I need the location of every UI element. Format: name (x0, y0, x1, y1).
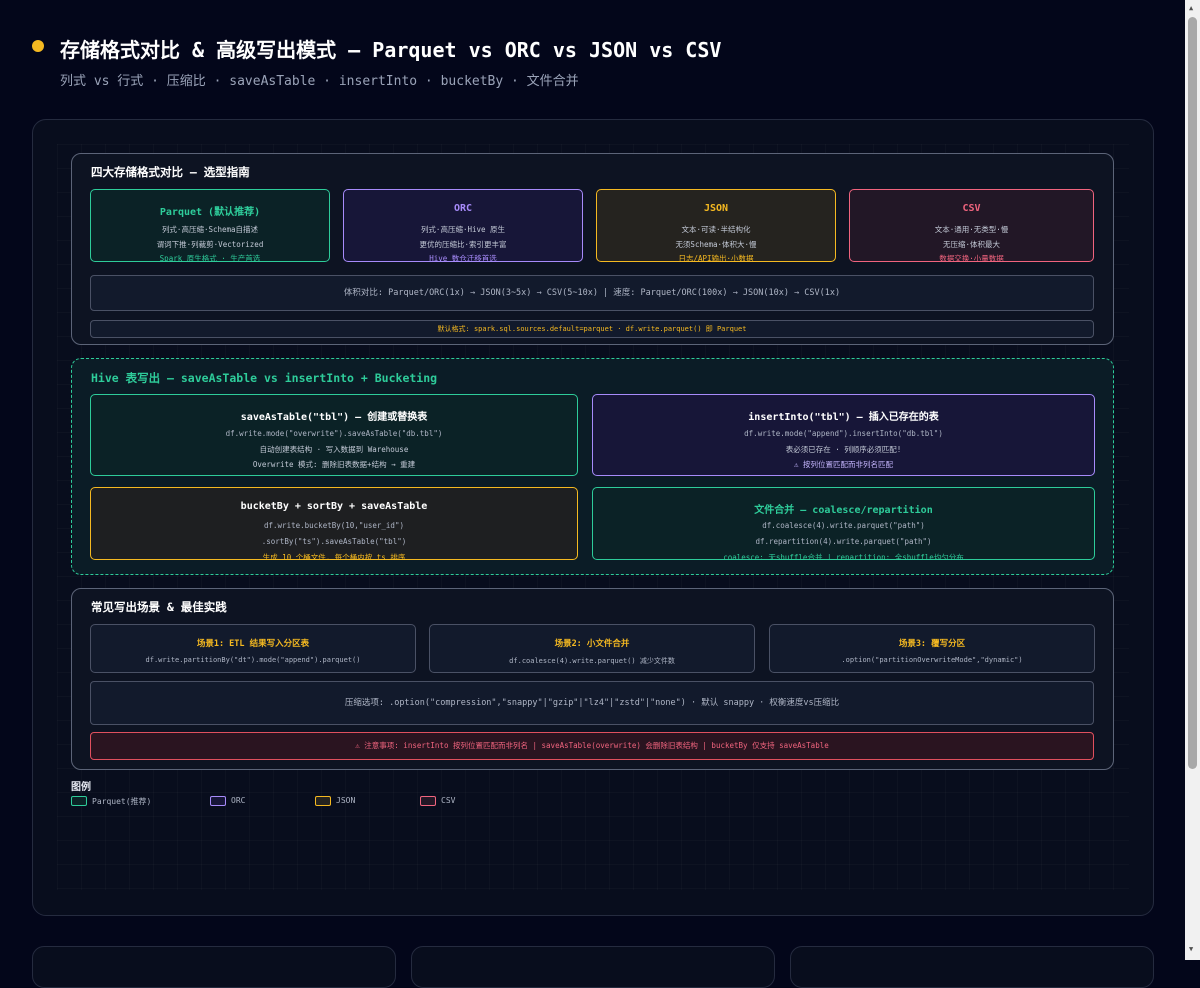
format-card-note: 日志/API输出·小数据 (678, 254, 754, 262)
legend-title: 图例 (71, 782, 91, 793)
scenario-code: df.coalesce(4).write.parquet() 减少文件数 (509, 657, 675, 665)
box-line: df.write.bucketBy(10,"user_id") (264, 521, 404, 530)
format-card-line: 无须Schema·体积大·慢 (675, 240, 757, 249)
scroll-down-arrow-icon[interactable]: ▼ (1189, 945, 1193, 953)
scenario-code: .option("partitionOverwriteMode","dynami… (841, 656, 1023, 664)
box-line: df.write.mode("overwrite").saveAsTable("… (225, 429, 443, 438)
box-line: 表必须已存在 · 列顺序必须匹配! (785, 445, 902, 454)
legend-label: CSV (441, 796, 456, 805)
format-card-title: CSV (962, 203, 981, 214)
scrollbar-thumb[interactable] (1188, 17, 1197, 769)
format-card-note: Spark 原生格式 · 生产首选 (159, 254, 261, 262)
format-card-note: 数据交换·小量数据 (939, 254, 1004, 262)
format-card-orc: ORC 列式·高压缩·Hive 原生 更优的压缩比·索引更丰富 Hive 数仓迁… (343, 189, 583, 262)
box-line: df.write.mode("append").insertInto("db.t… (744, 429, 943, 438)
box-line: .sortBy("ts").saveAsTable("tbl") (261, 537, 407, 546)
format-card-title: Parquet (默认推荐) (159, 207, 261, 218)
next-card-3 (790, 946, 1154, 988)
box-line: df.coalesce(4).write.parquet("path") (762, 521, 925, 530)
diagram-panel: 四大存储格式对比 — 选型指南 Parquet (默认推荐) 列式·高压缩·Sc… (32, 119, 1154, 916)
scenario-title: 场景1: ETL 结果写入分区表 (196, 639, 310, 649)
legend-label: ORC (231, 796, 246, 805)
formats-section-title: 四大存储格式对比 — 选型指南 (91, 165, 250, 179)
format-card-title: JSON (703, 203, 729, 214)
box-line: Overwrite 模式: 删除旧表数据+结构 → 重建 (252, 460, 416, 469)
page-title: 存储格式对比 & 高级写出模式 — Parquet vs ORC vs JSON… (60, 38, 722, 62)
default-format-note: 默认格式: spark.sql.sources.default=parquet … (90, 320, 1094, 338)
box-title: saveAsTable("tbl") — 创建或替换表 (240, 412, 428, 423)
box-note: 生成 10 个桶文件, 每个桶内按 ts 排序 (262, 553, 406, 560)
format-card-line: 文本·可读·半结构化 (681, 225, 751, 234)
scenarios-section-title: 常见写出场景 & 最佳实践 (91, 600, 227, 614)
legend-label: JSON (336, 796, 356, 805)
scenarios-section: 常见写出场景 & 最佳实践 场景1: ETL 结果写入分区表 df.write.… (71, 588, 1114, 770)
box-title: insertInto("tbl") — 插入已存在的表 (748, 412, 939, 423)
scenario-card: 场景2: 小文件合并 df.coalesce(4).write.parquet(… (429, 624, 755, 673)
box-line: 自动创建表结构 · 写入数据到 Warehouse (259, 445, 409, 454)
scenario-card: 场景3: 覆写分区 .option("partitionOverwriteMod… (769, 624, 1095, 673)
format-card-parquet: Parquet (默认推荐) 列式·高压缩·Schema自描述 谓词下推·列裁剪… (90, 189, 330, 262)
legend-swatch (315, 796, 331, 806)
format-card-line: 更优的压缩比·索引更丰富 (419, 240, 507, 249)
formats-section: 四大存储格式对比 — 选型指南 Parquet (默认推荐) 列式·高压缩·Sc… (71, 153, 1114, 345)
scenario-title: 场景2: 小文件合并 (554, 639, 630, 649)
title-dot-icon (32, 40, 44, 52)
format-card-csv: CSV 文本·通用·无类型·慢 无压缩·体积最大 数据交换·小量数据 (849, 189, 1094, 262)
legend-swatch (420, 796, 436, 806)
format-card-note: Hive 数仓迁移首选 (429, 254, 497, 262)
format-card-json: JSON 文本·可读·半结构化 无须Schema·体积大·慢 日志/API输出·… (596, 189, 836, 262)
scenario-code: df.write.partitionBy("dt").mode("append"… (145, 656, 361, 664)
compression-options: 压缩选项: .option("compression","snappy"|"gz… (90, 681, 1094, 725)
format-card-title: ORC (453, 203, 473, 214)
box-warning: ⚠ 按列位置匹配而非列名匹配 (793, 460, 894, 469)
box-title: bucketBy + sortBy + saveAsTable (240, 501, 428, 512)
warning-banner: ⚠ 注意事项: insertInto 按列位置匹配而非列名 | saveAsTa… (90, 732, 1094, 760)
legend-swatch (210, 796, 226, 806)
save-as-table-box: saveAsTable("tbl") — 创建或替换表 df.write.mod… (90, 394, 578, 476)
format-card-line: 文本·通用·无类型·慢 (934, 225, 1009, 234)
insert-into-box: insertInto("tbl") — 插入已存在的表 df.write.mod… (592, 394, 1095, 476)
box-line: df.repartition(4).write.parquet("path") (755, 537, 932, 546)
box-note: coalesce: 无shuffle合并 | repartition: 全shu… (723, 553, 964, 560)
legend-swatch (71, 796, 87, 806)
page-scrollbar[interactable]: ▲ ▼ (1185, 0, 1200, 960)
hive-section-title: Hive 表写出 — saveAsTable vs insertInto + B… (91, 371, 438, 385)
size-speed-comparison: 体积对比: Parquet/ORC(1x) → JSON(3~5x) → CSV… (90, 275, 1094, 311)
scroll-up-arrow-icon[interactable]: ▲ (1189, 4, 1193, 12)
file-merge-box: 文件合并 — coalesce/repartition df.coalesce(… (592, 487, 1095, 560)
hive-section: Hive 表写出 — saveAsTable vs insertInto + B… (71, 358, 1114, 575)
next-card-1 (32, 946, 396, 988)
legend-label: Parquet(推荐) (92, 797, 152, 806)
format-card-line: 列式·高压缩·Hive 原生 (420, 225, 506, 234)
scenario-card: 场景1: ETL 结果写入分区表 df.write.partitionBy("d… (90, 624, 416, 673)
page-subtitle: 列式 vs 行式 · 压缩比 · saveAsTable · insertInt… (60, 74, 579, 89)
scenario-title: 场景3: 覆写分区 (898, 639, 966, 649)
bucket-by-box: bucketBy + sortBy + saveAsTable df.write… (90, 487, 578, 560)
box-title: 文件合并 — coalesce/repartition (754, 505, 933, 516)
format-card-line: 谓词下推·列裁剪·Vectorized (156, 240, 264, 249)
next-card-2 (411, 946, 775, 988)
format-card-line: 无压缩·体积最大 (942, 240, 1000, 249)
format-card-line: 列式·高压缩·Schema自描述 (161, 225, 259, 234)
